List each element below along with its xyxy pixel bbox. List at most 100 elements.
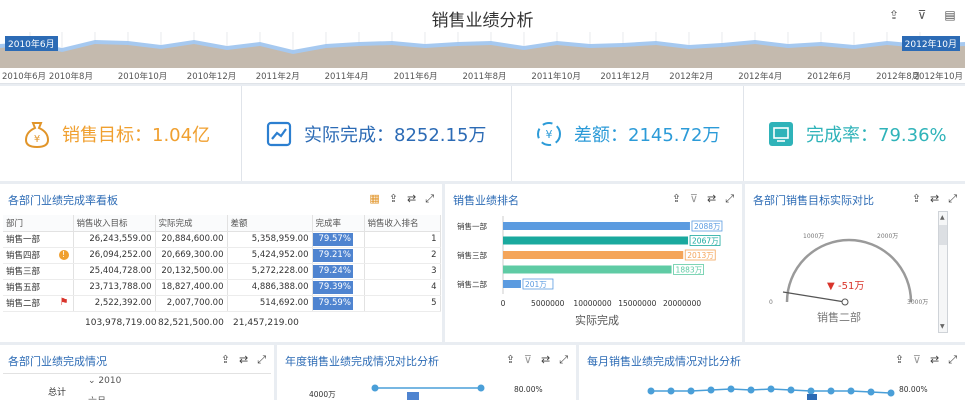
- year-expander[interactable]: ⌄ 2010: [88, 376, 121, 386]
- kpi-difference-text: 差额：2145.72万: [574, 124, 721, 146]
- gauge-needle: [782, 291, 846, 303]
- export-icon[interactable]: ▤: [943, 8, 957, 22]
- x-tick-label: 0: [501, 299, 506, 308]
- switch-icon[interactable]: ⇄: [930, 192, 939, 206]
- fullscreen-icon[interactable]: ⤢: [425, 192, 434, 206]
- completion-title: 各部门业绩完成情况: [8, 355, 107, 368]
- annual-y-label: 4000万: [309, 390, 336, 399]
- ranking-bar[interactable]: [503, 236, 689, 245]
- share-icon[interactable]: ⇪: [887, 8, 901, 22]
- red-flag-icon: ⚑: [59, 296, 69, 308]
- scroll-thumb[interactable]: [939, 225, 947, 245]
- timeline-tick-label: 2010年10月: [117, 72, 168, 82]
- timeline-tick-label: 2011年10月: [531, 72, 581, 82]
- money-bag-icon: ¥: [22, 119, 52, 149]
- clear-filter-icon[interactable]: ⊽: [915, 8, 929, 22]
- year-label: 2010: [98, 376, 122, 386]
- fullscreen-icon[interactable]: ⤢: [257, 353, 266, 367]
- col-header[interactable]: 实际完成: [155, 215, 228, 232]
- gauge-scrollbar[interactable]: ▲ ▼: [938, 211, 948, 333]
- share-icon[interactable]: ⇪: [912, 192, 921, 206]
- cell-target: 2,522,392.00: [73, 295, 156, 312]
- monthly-line-chart: [647, 385, 895, 400]
- end-date-badge[interactable]: 2012年10月: [901, 36, 960, 51]
- annual-line-chart: [371, 384, 485, 400]
- col-header[interactable]: 差额: [227, 215, 313, 232]
- switch-icon[interactable]: ⇄: [707, 192, 716, 206]
- col-header[interactable]: 销售收入排名: [364, 215, 441, 232]
- kpi-row: ¥ 销售目标：1.04亿 实际完成：8252.15万 ¥ 差额：2145.72万…: [0, 86, 965, 181]
- cell-rank: 4: [364, 279, 441, 296]
- fullscreen-icon[interactable]: ⤢: [559, 353, 568, 367]
- cell-dept: 销售三部: [3, 263, 74, 280]
- cell-dept: 销售四部!: [3, 247, 74, 264]
- cell-actual: 2,007,700.00: [155, 295, 228, 312]
- table-row[interactable]: 销售二部 ⚑ 2,522,392.00 2,007,700.00 514,692.00 7…: [3, 295, 441, 312]
- clear-filter-icon[interactable]: ⊽: [524, 353, 532, 367]
- cell-target: 26,243,559.00: [73, 231, 156, 248]
- table-row[interactable]: 销售一部 26,243,559.00 20,884,600.00 5,358,959.…: [3, 231, 441, 248]
- fullscreen-icon[interactable]: ⤢: [948, 192, 957, 206]
- monitor-icon: [766, 119, 796, 149]
- ranking-bar[interactable]: [503, 251, 684, 259]
- share-icon[interactable]: ⇪: [221, 353, 230, 367]
- cell-dept: 销售五部: [3, 279, 74, 296]
- ranking-bar[interactable]: [503, 265, 672, 274]
- cell-rate: 79.39%: [312, 279, 365, 296]
- col-header[interactable]: 完成率: [312, 215, 365, 232]
- table-row[interactable]: 销售四部! 26,094,252.00 20,669,300.00 5,424,952…: [3, 247, 441, 264]
- cell-rate: 79.21%: [312, 247, 365, 264]
- ranking-bar[interactable]: [503, 222, 690, 230]
- fullscreen-icon[interactable]: ⤢: [725, 192, 734, 206]
- chart-icon: [264, 119, 294, 149]
- start-date-badge[interactable]: 2010年6月: [5, 36, 58, 51]
- scroll-up-icon[interactable]: ▲: [940, 214, 945, 221]
- cell-rank: 3: [364, 263, 441, 280]
- share-icon[interactable]: ⇪: [506, 353, 515, 367]
- switch-icon[interactable]: ⇄: [407, 192, 416, 206]
- cell-target: 25,404,728.00: [73, 263, 156, 280]
- cell-rate: 79.57%: [312, 231, 365, 248]
- timeline-tick-label: 2010年6月: [2, 72, 47, 82]
- monthly-pct-label: 80.00%: [899, 385, 928, 394]
- svg-text:¥: ¥: [546, 128, 553, 141]
- total-diff: 21,457,219.00: [233, 318, 299, 328]
- svg-text:¥: ¥: [34, 134, 40, 145]
- gauge-title: 各部门销售目标实际对比: [753, 194, 874, 207]
- clear-filter-icon[interactable]: ⊽: [690, 192, 698, 206]
- switch-icon[interactable]: ⇄: [239, 353, 248, 367]
- timeline-area-chart: [0, 32, 965, 68]
- cell-dept: 销售二部 ⚑: [3, 295, 74, 312]
- x-tick-label: 5000000: [531, 299, 565, 308]
- table-row[interactable]: 销售三部 25,404,728.00 20,132,500.00 5,272,228.…: [3, 263, 441, 280]
- cell-diff: 4,886,388.00: [227, 279, 313, 296]
- share-icon[interactable]: ⇪: [389, 192, 398, 206]
- table-header-row: 部门 销售收入目标 实际完成 差额 完成率 销售收入排名: [3, 215, 441, 232]
- warning-icon: !: [58, 249, 69, 260]
- share-icon[interactable]: ⇪: [672, 192, 681, 206]
- svg-text:▼: ▼: [827, 281, 835, 292]
- board-table: 部门 销售收入目标 实际完成 差额 完成率 销售收入排名 销售一部 26,243,…: [3, 215, 441, 312]
- gauge-tick-label: 2000万: [877, 233, 898, 240]
- fullscreen-icon[interactable]: ⤢: [948, 353, 957, 367]
- timeline-tick-label: 2011年8月: [462, 72, 507, 82]
- timeline-tick-label: 2011年4月: [324, 72, 369, 82]
- timeline-tick-label: 2010年8月: [48, 72, 93, 82]
- scroll-down-icon[interactable]: ▼: [940, 323, 945, 330]
- col-header[interactable]: 部门: [3, 215, 74, 232]
- month-label: 六月: [88, 394, 106, 400]
- ranking-bar[interactable]: [503, 280, 521, 288]
- share-icon[interactable]: ⇪: [895, 353, 904, 367]
- grid-icon[interactable]: ▦: [369, 192, 379, 206]
- col-header[interactable]: 销售收入目标: [73, 215, 156, 232]
- time-range-slider[interactable]: 2010年6月 2012年10月 2010年6月 2010年8月 2010年10月 2…: [0, 32, 965, 84]
- gauge-tick-label: 3000万: [907, 299, 928, 306]
- category-label: 销售一部: [457, 221, 487, 231]
- clear-filter-icon[interactable]: ⊽: [913, 353, 921, 367]
- table-row[interactable]: 销售五部 23,713,788.00 18,827,400.00 4,886,388.…: [3, 279, 441, 296]
- switch-icon[interactable]: ⇄: [930, 353, 939, 367]
- data-label: 201万: [525, 280, 547, 289]
- switch-icon[interactable]: ⇄: [541, 353, 550, 367]
- gauge-dept-label: 销售二部: [817, 310, 861, 324]
- kpi-rate-text: 完成率：79.36%: [806, 124, 947, 146]
